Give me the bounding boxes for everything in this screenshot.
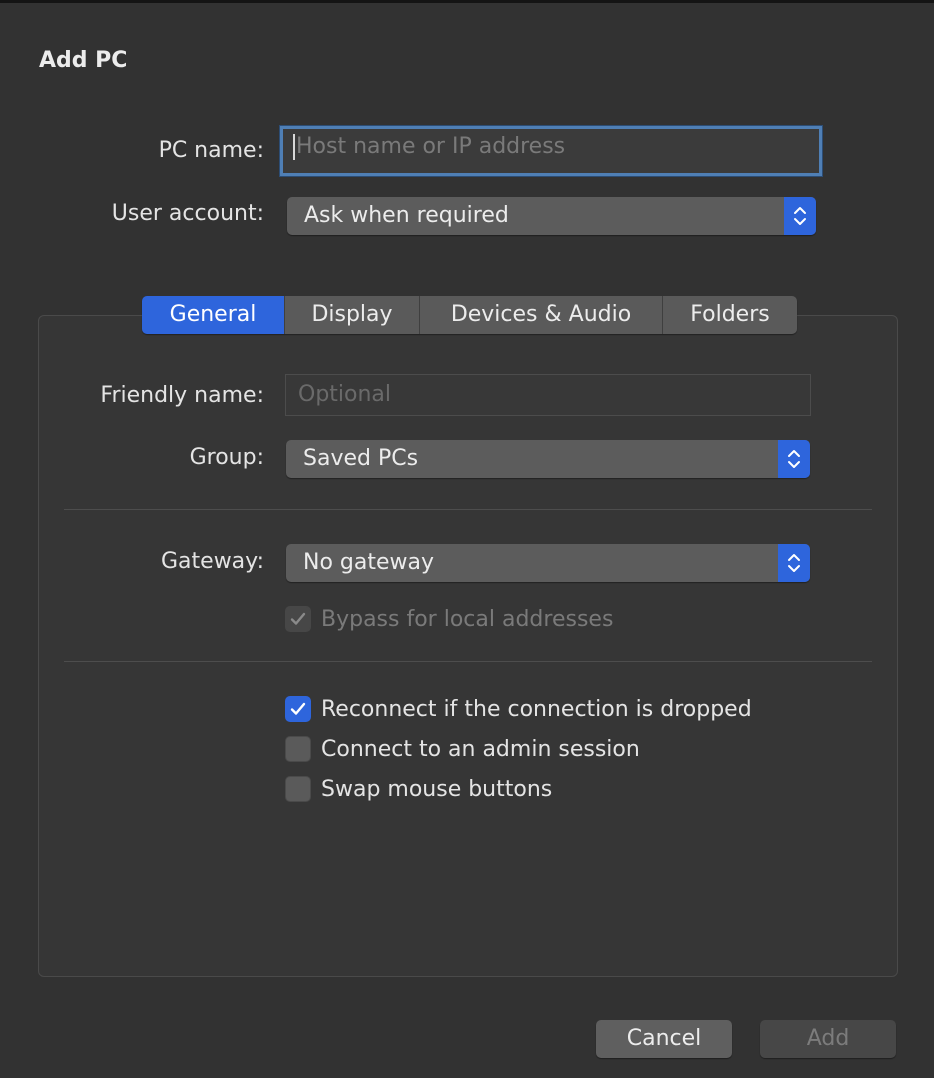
user-account-value: Ask when required <box>304 203 509 228</box>
group-label: Group: <box>189 445 264 470</box>
admin-session-checkbox-row[interactable]: Connect to an admin session <box>285 735 640 763</box>
updown-chevron-icon <box>778 440 810 478</box>
dialog-title: Add PC <box>39 48 128 73</box>
updown-chevron-icon <box>778 544 810 582</box>
checkmark-icon <box>290 612 306 625</box>
friendly-name-label: Friendly name: <box>100 383 264 408</box>
friendly-name-input[interactable]: Optional <box>285 374 811 416</box>
group-value: Saved PCs <box>303 446 419 471</box>
separator <box>64 661 872 662</box>
reconnect-checkbox-row[interactable]: Reconnect if the connection is dropped <box>285 695 752 723</box>
user-account-select[interactable]: Ask when required <box>287 197 816 235</box>
swap-mouse-label: Swap mouse buttons <box>321 776 553 802</box>
text-caret <box>293 134 295 160</box>
add-button[interactable]: Add <box>760 1020 896 1058</box>
admin-session-label: Connect to an admin session <box>321 736 640 762</box>
reconnect-label: Reconnect if the connection is dropped <box>321 696 752 722</box>
tab-display[interactable]: Display <box>284 296 419 334</box>
cancel-button[interactable]: Cancel <box>596 1020 732 1058</box>
tab-folders[interactable]: Folders <box>662 296 797 334</box>
bypass-checkbox[interactable] <box>285 606 311 632</box>
gateway-label: Gateway: <box>161 549 264 574</box>
separator <box>64 509 872 510</box>
tab-devices-audio[interactable]: Devices & Audio <box>419 296 662 334</box>
tab-bar: General Display Devices & Audio Folders <box>142 296 797 334</box>
tab-general[interactable]: General <box>142 296 284 334</box>
bypass-label: Bypass for local addresses <box>321 606 614 632</box>
reconnect-checkbox[interactable] <box>285 696 311 722</box>
window-top-border <box>0 0 934 3</box>
pc-name-input[interactable]: Host name or IP address <box>280 126 822 176</box>
bypass-checkbox-row[interactable]: Bypass for local addresses <box>285 605 613 633</box>
pc-name-label: PC name: <box>158 138 264 163</box>
friendly-name-placeholder: Optional <box>298 382 392 407</box>
group-select[interactable]: Saved PCs <box>286 440 810 478</box>
checkmark-icon <box>290 702 306 715</box>
gateway-select[interactable]: No gateway <box>286 544 810 582</box>
gateway-value: No gateway <box>303 550 435 575</box>
user-account-label: User account: <box>111 201 264 226</box>
updown-chevron-icon <box>784 197 816 235</box>
pc-name-placeholder: Host name or IP address <box>296 134 566 159</box>
swap-mouse-checkbox-row[interactable]: Swap mouse buttons <box>285 775 552 803</box>
swap-mouse-checkbox[interactable] <box>285 776 311 802</box>
admin-session-checkbox[interactable] <box>285 736 311 762</box>
